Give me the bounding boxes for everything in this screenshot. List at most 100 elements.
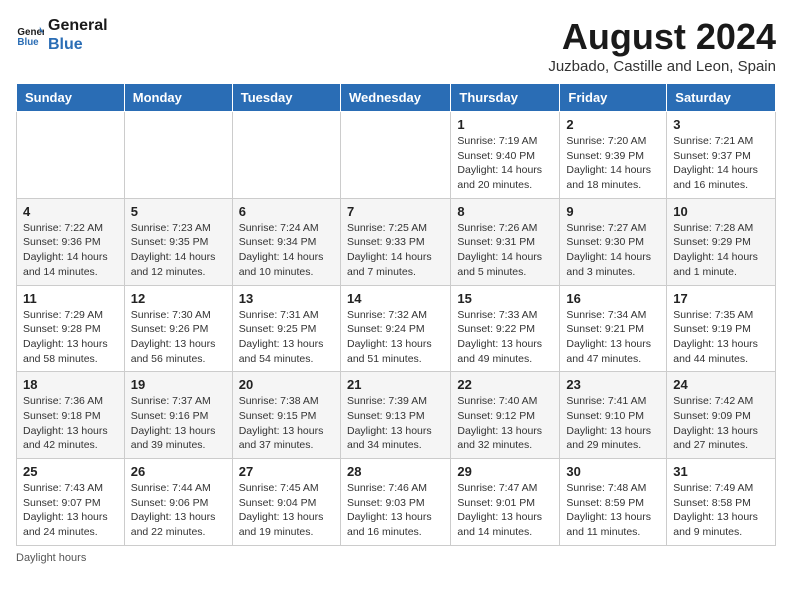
day-number: 2 (566, 117, 660, 132)
calendar-cell: 15 Sunrise: 7:33 AMSunset: 9:22 PMDayligh… (451, 285, 560, 372)
calendar-cell: 27 Sunrise: 7:45 AMSunset: 9:04 PMDayligh… (232, 459, 340, 546)
day-number: 27 (239, 464, 334, 479)
calendar-cell (17, 112, 125, 199)
weekday-header-cell: Thursday (451, 84, 560, 112)
day-number: 5 (131, 204, 226, 219)
day-info: Sunrise: 7:36 AMSunset: 9:18 PMDaylight:… (23, 394, 118, 453)
day-info: Sunrise: 7:45 AMSunset: 9:04 PMDaylight:… (239, 481, 334, 540)
calendar-cell: 11 Sunrise: 7:29 AMSunset: 9:28 PMDayligh… (17, 285, 125, 372)
calendar-cell: 30 Sunrise: 7:48 AMSunset: 8:59 PMDayligh… (560, 459, 667, 546)
calendar-cell: 26 Sunrise: 7:44 AMSunset: 9:06 PMDayligh… (124, 459, 232, 546)
calendar-cell: 18 Sunrise: 7:36 AMSunset: 9:18 PMDayligh… (17, 372, 125, 459)
calendar-cell: 29Sunrise: 7:47 AMSunset: 9:01 PMDayligh… (451, 459, 560, 546)
day-number: 13 (239, 291, 334, 306)
day-info: Sunrise: 7:44 AMSunset: 9:06 PMDaylight:… (131, 481, 226, 540)
day-info: Sunrise: 7:33 AMSunset: 9:22 PMDaylight:… (457, 308, 553, 367)
calendar-cell: 17Sunrise: 7:35 AMSunset: 9:19 PMDayligh… (667, 285, 776, 372)
day-number: 12 (131, 291, 226, 306)
day-number: 30 (566, 464, 660, 479)
calendar-cell: 8 Sunrise: 7:26 AMSunset: 9:31 PMDaylight… (451, 198, 560, 285)
calendar-week-row: 4 Sunrise: 7:22 AMSunset: 9:36 PMDaylight… (17, 198, 776, 285)
day-info: Sunrise: 7:49 AMSunset: 8:58 PMDaylight:… (673, 481, 769, 540)
weekday-header-cell: Wednesday (340, 84, 450, 112)
page-header: General Blue General Blue August 2024 Ju… (16, 16, 776, 75)
calendar-week-row: 18 Sunrise: 7:36 AMSunset: 9:18 PMDayligh… (17, 372, 776, 459)
calendar-body: 1 Sunrise: 7:19 AMSunset: 9:40 PMDaylight… (17, 112, 776, 546)
day-info: Sunrise: 7:43 AMSunset: 9:07 PMDaylight:… (23, 481, 118, 540)
day-info: Sunrise: 7:28 AMSunset: 9:29 PMDaylight:… (673, 221, 769, 280)
calendar-cell: 7 Sunrise: 7:25 AMSunset: 9:33 PMDaylight… (340, 198, 450, 285)
day-number: 4 (23, 204, 118, 219)
calendar-cell: 3Sunrise: 7:21 AMSunset: 9:37 PMDaylight… (667, 112, 776, 199)
day-info: Sunrise: 7:41 AMSunset: 9:10 PMDaylight:… (566, 394, 660, 453)
weekday-header-cell: Sunday (17, 84, 125, 112)
day-info: Sunrise: 7:32 AMSunset: 9:24 PMDaylight:… (347, 308, 444, 367)
day-info: Sunrise: 7:20 AMSunset: 9:39 PMDaylight:… (566, 134, 660, 193)
subtitle: Juzbado, Castille and Leon, Spain (548, 58, 776, 75)
day-info: Sunrise: 7:19 AMSunset: 9:40 PMDaylight:… (457, 134, 553, 193)
footer-note: Daylight hours (16, 552, 776, 564)
calendar-cell: 9 Sunrise: 7:27 AMSunset: 9:30 PMDaylight… (560, 198, 667, 285)
day-number: 11 (23, 291, 118, 306)
calendar-cell: 16 Sunrise: 7:34 AMSunset: 9:21 PMDayligh… (560, 285, 667, 372)
day-number: 21 (347, 377, 444, 392)
calendar-cell: 20Sunrise: 7:38 AMSunset: 9:15 PMDayligh… (232, 372, 340, 459)
day-info: Sunrise: 7:46 AMSunset: 9:03 PMDaylight:… (347, 481, 444, 540)
day-info: Sunrise: 7:37 AMSunset: 9:16 PMDaylight:… (131, 394, 226, 453)
day-number: 14 (347, 291, 444, 306)
day-info: Sunrise: 7:26 AMSunset: 9:31 PMDaylight:… (457, 221, 553, 280)
calendar-cell: 25 Sunrise: 7:43 AMSunset: 9:07 PMDayligh… (17, 459, 125, 546)
logo-blue: Blue (48, 35, 108, 54)
calendar-cell: 12Sunrise: 7:30 AMSunset: 9:26 PMDayligh… (124, 285, 232, 372)
day-info: Sunrise: 7:39 AMSunset: 9:13 PMDaylight:… (347, 394, 444, 453)
weekday-header-cell: Tuesday (232, 84, 340, 112)
day-info: Sunrise: 7:23 AMSunset: 9:35 PMDaylight:… (131, 221, 226, 280)
day-number: 25 (23, 464, 118, 479)
calendar-cell (232, 112, 340, 199)
calendar-cell: 10 Sunrise: 7:28 AMSunset: 9:29 PMDayligh… (667, 198, 776, 285)
day-number: 16 (566, 291, 660, 306)
day-number: 8 (457, 204, 553, 219)
logo-icon: General Blue (16, 21, 44, 49)
calendar-week-row: 11 Sunrise: 7:29 AMSunset: 9:28 PMDayligh… (17, 285, 776, 372)
calendar-cell: 21 Sunrise: 7:39 AMSunset: 9:13 PMDayligh… (340, 372, 450, 459)
calendar-week-row: 25 Sunrise: 7:43 AMSunset: 9:07 PMDayligh… (17, 459, 776, 546)
calendar-cell: 6Sunrise: 7:24 AMSunset: 9:34 PMDaylight… (232, 198, 340, 285)
day-number: 19 (131, 377, 226, 392)
calendar-cell: 24Sunrise: 7:42 AMSunset: 9:09 PMDayligh… (667, 372, 776, 459)
day-info: Sunrise: 7:29 AMSunset: 9:28 PMDaylight:… (23, 308, 118, 367)
day-number: 20 (239, 377, 334, 392)
logo: General Blue General Blue (16, 16, 108, 54)
calendar-week-row: 1 Sunrise: 7:19 AMSunset: 9:40 PMDaylight… (17, 112, 776, 199)
day-info: Sunrise: 7:48 AMSunset: 8:59 PMDaylight:… (566, 481, 660, 540)
calendar-cell: 2 Sunrise: 7:20 AMSunset: 9:39 PMDaylight… (560, 112, 667, 199)
calendar-cell: 31 Sunrise: 7:49 AMSunset: 8:58 PMDayligh… (667, 459, 776, 546)
calendar-cell: 13Sunrise: 7:31 AMSunset: 9:25 PMDayligh… (232, 285, 340, 372)
day-number: 7 (347, 204, 444, 219)
day-number: 31 (673, 464, 769, 479)
day-number: 3 (673, 117, 769, 132)
weekday-header-cell: Friday (560, 84, 667, 112)
day-info: Sunrise: 7:34 AMSunset: 9:21 PMDaylight:… (566, 308, 660, 367)
day-info: Sunrise: 7:22 AMSunset: 9:36 PMDaylight:… (23, 221, 118, 280)
calendar-cell: 28 Sunrise: 7:46 AMSunset: 9:03 PMDayligh… (340, 459, 450, 546)
calendar-table: SundayMondayTuesdayWednesdayThursdayFrid… (16, 83, 776, 546)
day-number: 15 (457, 291, 553, 306)
day-info: Sunrise: 7:25 AMSunset: 9:33 PMDaylight:… (347, 221, 444, 280)
day-info: Sunrise: 7:27 AMSunset: 9:30 PMDaylight:… (566, 221, 660, 280)
daylight-label: Daylight hours (16, 552, 86, 564)
day-number: 10 (673, 204, 769, 219)
day-number: 23 (566, 377, 660, 392)
day-number: 1 (457, 117, 553, 132)
calendar-cell (340, 112, 450, 199)
svg-text:Blue: Blue (17, 37, 39, 48)
day-number: 9 (566, 204, 660, 219)
day-info: Sunrise: 7:42 AMSunset: 9:09 PMDaylight:… (673, 394, 769, 453)
day-number: 18 (23, 377, 118, 392)
day-number: 6 (239, 204, 334, 219)
day-number: 28 (347, 464, 444, 479)
day-number: 26 (131, 464, 226, 479)
day-info: Sunrise: 7:40 AMSunset: 9:12 PMDaylight:… (457, 394, 553, 453)
calendar-cell: 22Sunrise: 7:40 AMSunset: 9:12 PMDayligh… (451, 372, 560, 459)
weekday-header-row: SundayMondayTuesdayWednesdayThursdayFrid… (17, 84, 776, 112)
